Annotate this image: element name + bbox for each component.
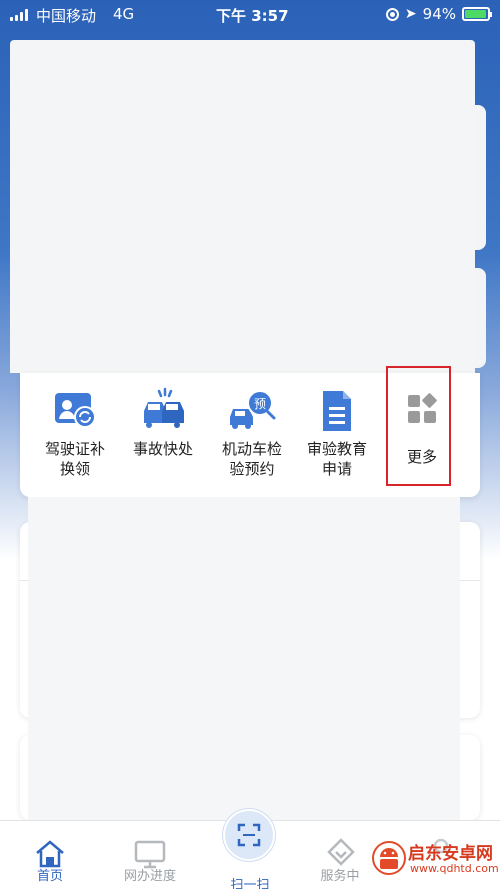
- location-arrow-icon: ➤: [404, 6, 417, 22]
- svg-text:预: 预: [254, 397, 266, 411]
- home-icon: [36, 840, 64, 868]
- quick-item-label: 事故快处: [132, 440, 193, 458]
- quick-item-label: 驾驶证补: [44, 440, 105, 458]
- network-type: 4G: [113, 5, 135, 23]
- tab-progress[interactable]: 网办进度: [110, 837, 190, 884]
- quick-item-accident[interactable]: 事故快处: [118, 387, 208, 459]
- quick-item-label: 换领: [59, 460, 90, 478]
- banner-card[interactable]: [10, 40, 475, 373]
- license-replace-icon: [51, 387, 99, 435]
- scan-button[interactable]: [223, 809, 275, 861]
- signal-icon: [10, 9, 28, 21]
- scan-icon: [237, 823, 261, 847]
- monitor-icon: [134, 840, 166, 869]
- accident-cars-icon: [139, 387, 187, 435]
- quick-item-label: 机动车检: [221, 440, 282, 458]
- status-bar: 中国移动 4G 下午 3:57 ➤ 94%: [0, 0, 500, 30]
- watermark-url: www.qdhtd.com: [410, 862, 499, 875]
- watermark: 启东安卓网 www.qdhtd.com: [370, 835, 500, 883]
- side-panel-edge: [474, 268, 486, 368]
- battery-percent: 94%: [422, 5, 456, 23]
- rotation-lock-icon: [385, 7, 399, 21]
- tab-home[interactable]: 首页: [10, 837, 90, 884]
- clock: 下午 3:57: [216, 7, 289, 25]
- content-placeholder: [28, 497, 460, 825]
- quick-item-label: 申请: [321, 460, 352, 478]
- quick-item-license-replace[interactable]: 驾驶证补 换领: [30, 387, 120, 479]
- status-right: ➤ 94%: [385, 5, 492, 23]
- side-panel-edge: [474, 105, 486, 250]
- quick-item-vehicle-inspection[interactable]: 预 机动车检验预约: [207, 387, 297, 479]
- tab-service[interactable]: 服务中: [300, 837, 380, 884]
- highlight-box: [386, 366, 451, 486]
- document-icon: [313, 387, 361, 435]
- battery-icon: [462, 7, 492, 21]
- vehicle-inspection-booking-icon: 预: [228, 387, 276, 435]
- quick-item-education-apply[interactable]: 审验教育 申请: [292, 387, 382, 479]
- quick-item-label: 验预约: [229, 460, 275, 478]
- android-robot-icon: [372, 841, 406, 875]
- carrier-name: 中国移动: [36, 7, 97, 25]
- quick-item-label: 审验教育: [306, 440, 367, 458]
- tab-label: 扫一扫: [230, 878, 270, 889]
- watermark-name: 启东安卓网: [408, 844, 493, 864]
- service-diamond-icon: [327, 838, 355, 866]
